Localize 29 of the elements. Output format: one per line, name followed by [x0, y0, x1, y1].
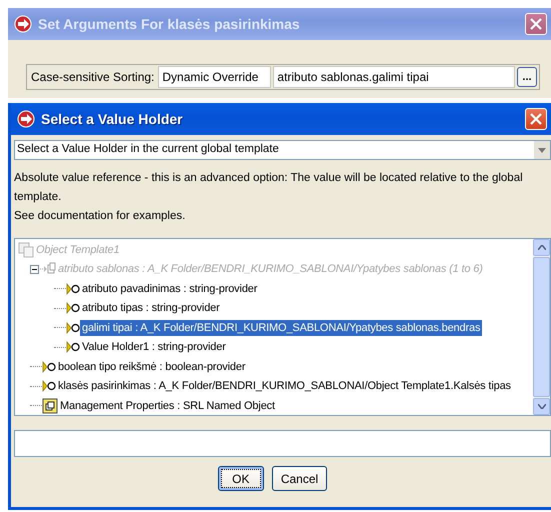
app-icon	[14, 15, 32, 33]
app-icon	[17, 110, 35, 128]
close-button[interactable]	[525, 108, 547, 130]
provider-icon	[66, 282, 80, 295]
close-button[interactable]	[525, 13, 547, 35]
provider-icon	[66, 341, 80, 354]
provider-icon	[66, 322, 80, 334]
mode-field[interactable]: Dynamic Override	[158, 66, 272, 88]
argument-label: Case-sensitive Sorting:	[30, 69, 156, 86]
filter-field[interactable]	[14, 430, 551, 457]
folder-icon	[40, 262, 56, 276]
ok-button[interactable]: OK	[218, 466, 264, 491]
browse-button[interactable]: ...	[517, 67, 537, 87]
provider-icon	[42, 380, 56, 392]
window-title: Set Arguments For klasės pasirinkimas	[38, 14, 301, 34]
close-icon[interactable]	[530, 18, 542, 30]
provider-icon	[42, 360, 56, 373]
window-title: Select a Value Holder	[41, 110, 184, 128]
dropdown[interactable]: Select a Value Holder in the current global template	[14, 140, 551, 160]
description-text: See documentation for examples.	[14, 209, 186, 224]
cancel-button[interactable]: Cancel	[272, 466, 328, 491]
template-icon	[18, 242, 34, 258]
scrollbar[interactable]	[533, 239, 550, 415]
scroll-down-icon[interactable]	[538, 404, 546, 409]
description-text: Absolute value reference - this is an advanced option: The value will be located relative to the global template.	[14, 171, 524, 205]
close-icon[interactable]	[530, 113, 542, 125]
scroll-up-icon[interactable]	[538, 245, 546, 250]
value-field[interactable]: atributo sablonas.galimi tipai	[273, 66, 515, 88]
provider-icon	[66, 302, 80, 314]
